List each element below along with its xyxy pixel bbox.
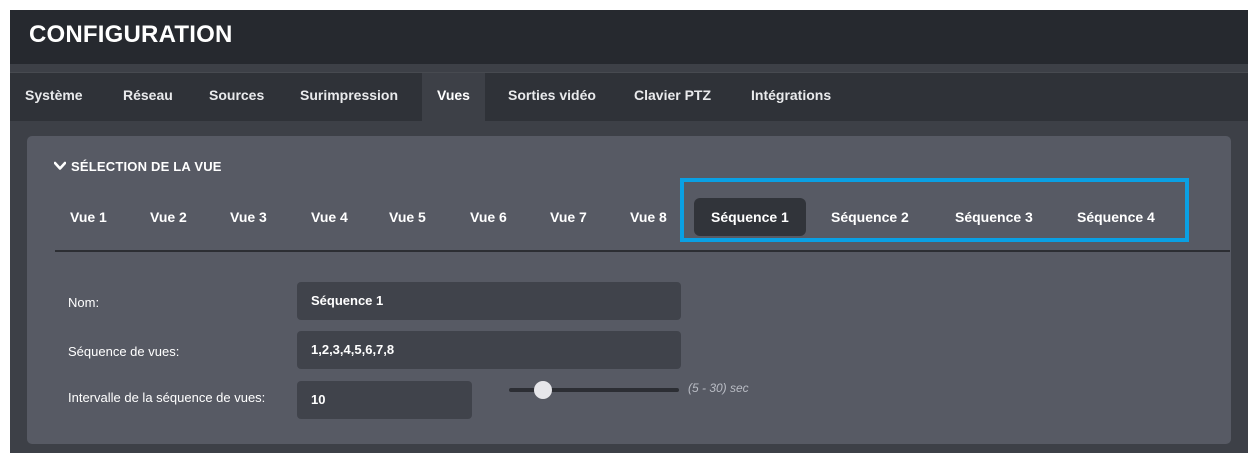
view-tab-sequence-3[interactable]: Séquence 3 — [938, 198, 1050, 236]
view-selection-panel: SÉLECTION DE LA VUE Vue 1 Vue 2 Vue 3 Vu… — [27, 136, 1231, 444]
main-tab-bar: Système Réseau Sources Surimpression Vue… — [10, 72, 1248, 121]
interval-range-hint: (5 - 30) sec — [688, 381, 749, 395]
chevron-down-icon — [54, 161, 66, 170]
page-title: CONFIGURATION — [29, 21, 233, 48]
tab-reseau[interactable]: Réseau — [108, 73, 188, 121]
section-divider — [55, 250, 1230, 252]
tab-systeme[interactable]: Système — [10, 73, 98, 121]
view-tab-vue-7[interactable]: Vue 7 — [533, 198, 604, 236]
configuration-window: CONFIGURATION Système Réseau Sources Sur… — [10, 10, 1248, 453]
view-tab-sequence-4[interactable]: Séquence 4 — [1060, 198, 1172, 236]
view-tab-vue-8[interactable]: Vue 8 — [613, 198, 684, 236]
tab-vues[interactable]: Vues — [422, 73, 485, 121]
sequence-label: Séquence de vues: — [68, 344, 180, 359]
name-label: Nom: — [68, 295, 100, 310]
tab-sources[interactable]: Sources — [194, 73, 279, 121]
slider-thumb[interactable] — [534, 381, 552, 399]
section-title: SÉLECTION DE LA VUE — [71, 159, 222, 174]
view-tab-sequence-2[interactable]: Séquence 2 — [814, 198, 926, 236]
tab-clavier-ptz[interactable]: Clavier PTZ — [619, 73, 726, 121]
view-tab-vue-4[interactable]: Vue 4 — [294, 198, 365, 236]
interval-label: Intervalle de la séquence de vues: — [68, 390, 266, 405]
tab-sorties-video[interactable]: Sorties vidéo — [493, 73, 611, 121]
view-sequence-field[interactable]: 1,2,3,4,5,6,7,8 — [297, 331, 681, 369]
tab-integrations[interactable]: Intégrations — [736, 73, 846, 121]
view-tab-vue-5[interactable]: Vue 5 — [372, 198, 443, 236]
interval-field[interactable]: 10 — [297, 381, 472, 419]
view-tab-vue-2[interactable]: Vue 2 — [133, 198, 204, 236]
tab-surimpression[interactable]: Surimpression — [285, 73, 413, 121]
title-bar: CONFIGURATION — [10, 10, 1248, 64]
view-tab-vue-3[interactable]: Vue 3 — [213, 198, 284, 236]
interval-slider[interactable] — [509, 381, 679, 399]
view-tab-vue-6[interactable]: Vue 6 — [453, 198, 524, 236]
section-header-view-selection[interactable]: SÉLECTION DE LA VUE — [54, 159, 222, 174]
view-tab-vue-1[interactable]: Vue 1 — [53, 198, 124, 236]
name-field[interactable]: Séquence 1 — [297, 282, 681, 320]
view-tab-sequence-1[interactable]: Séquence 1 — [694, 198, 806, 236]
